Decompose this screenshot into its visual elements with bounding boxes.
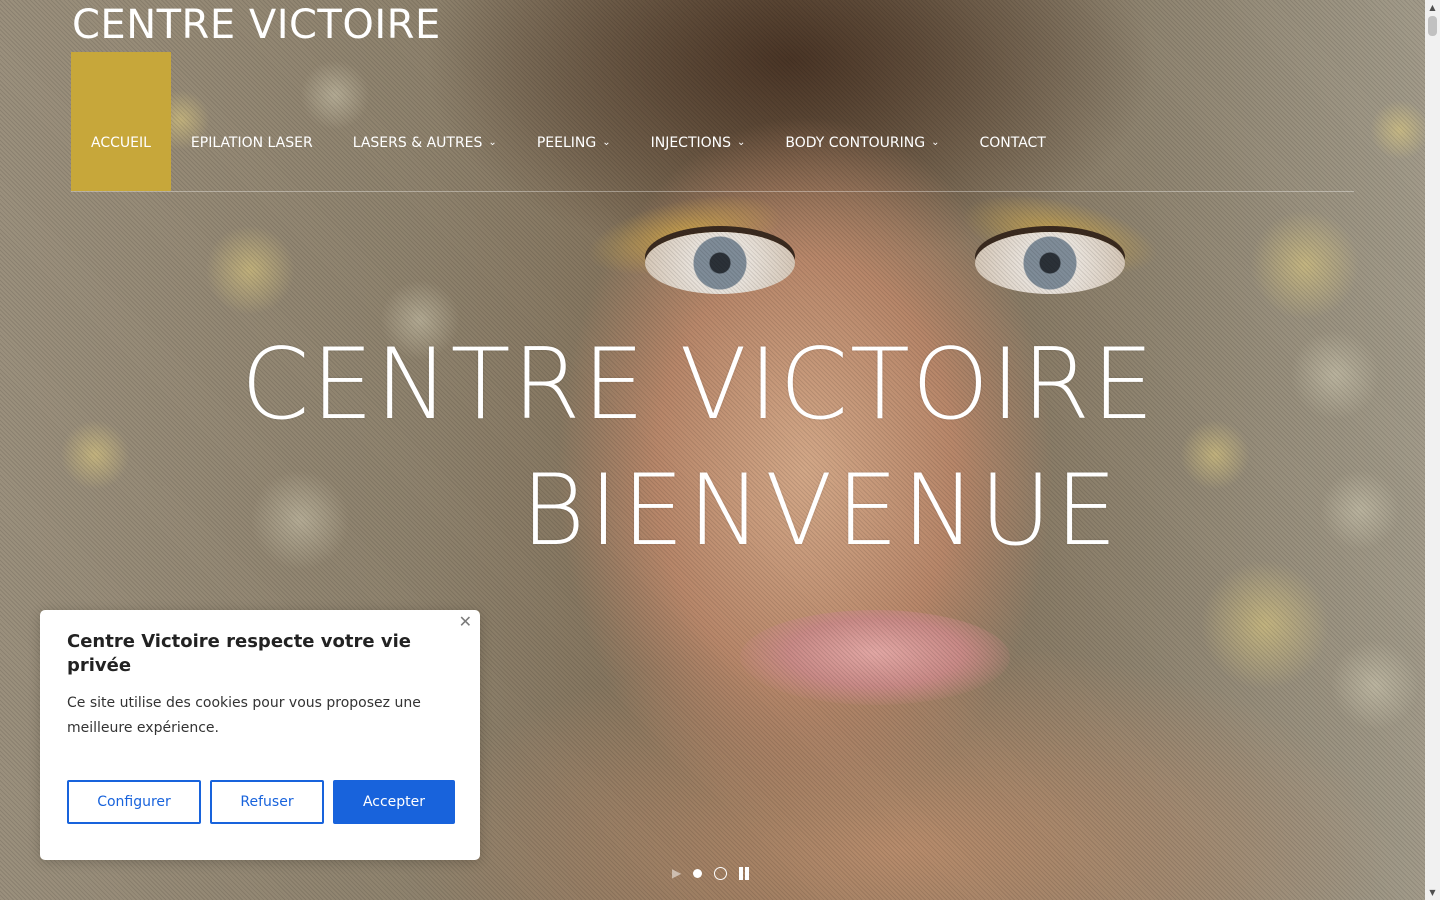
hero-title: CENTRE VICTOIRE xyxy=(241,328,1156,442)
nav-item-label: CONTACT xyxy=(979,134,1046,151)
nav-item-label: BODY CONTOURING xyxy=(785,134,926,151)
nav-item-lasers-autres[interactable]: LASERS & AUTRES ⌄ xyxy=(333,52,517,191)
chevron-down-icon: ⌄ xyxy=(602,137,611,148)
nav-item-accueil[interactable]: ACCUEIL xyxy=(71,52,171,191)
cookie-buttons: Configurer Refuser Accepter xyxy=(67,780,455,824)
nav-item-label: EPILATION LASER xyxy=(190,134,313,151)
slide-dot-2[interactable] xyxy=(714,866,728,880)
chevron-down-icon: ⌄ xyxy=(488,137,497,148)
cookie-consent-dialog: ✕ Centre Victoire respecte votre vie pri… xyxy=(40,610,480,860)
scroll-up-icon[interactable]: ▲ xyxy=(1425,0,1440,15)
main-nav: ACCUEIL EPILATION LASER LASERS & AUTRES … xyxy=(71,52,1354,192)
nav-item-label: PEELING xyxy=(536,134,597,151)
nav-item-contact[interactable]: CONTACT xyxy=(959,52,1065,191)
cookie-text: Ce site utilise des cookies pour vous pr… xyxy=(67,695,421,736)
close-icon[interactable]: ✕ xyxy=(459,612,472,631)
configure-button[interactable]: Configurer xyxy=(67,780,201,824)
scrollbar[interactable]: ▲ ▼ xyxy=(1425,0,1440,900)
chevron-down-icon: ⌄ xyxy=(737,137,746,148)
nav-item-body-contouring[interactable]: BODY CONTOURING ⌄ xyxy=(765,52,959,191)
chevron-down-icon: ⌄ xyxy=(931,137,940,148)
play-icon[interactable]: ▶ xyxy=(672,866,681,880)
site-title[interactable]: CENTRE VICTOIRE xyxy=(72,2,441,48)
nav-item-epilation-laser[interactable]: EPILATION LASER xyxy=(171,52,333,191)
nav-item-peeling[interactable]: PEELING ⌄ xyxy=(517,52,631,191)
refuse-button[interactable]: Refuser xyxy=(210,780,324,824)
pause-icon[interactable] xyxy=(739,866,750,880)
nav-item-label: ACCUEIL xyxy=(91,134,151,151)
hero-subtitle: BIENVENUE xyxy=(521,454,1122,568)
slide-dot-1[interactable] xyxy=(693,868,703,878)
cookie-title: Centre Victoire respecte votre vie privé… xyxy=(67,631,411,676)
page: CENTRE VICTOIRE ACCUEIL EPILATION LASER … xyxy=(0,0,1440,900)
accept-button[interactable]: Accepter xyxy=(333,780,455,824)
slider-controls: ▶ xyxy=(672,866,750,880)
nav-item-injections[interactable]: INJECTIONS ⌄ xyxy=(631,52,766,191)
scroll-down-icon[interactable]: ▼ xyxy=(1425,885,1440,900)
scrollbar-thumb[interactable] xyxy=(1428,16,1437,36)
nav-item-label: INJECTIONS xyxy=(650,134,732,151)
nav-item-label: LASERS & AUTRES xyxy=(352,134,483,151)
